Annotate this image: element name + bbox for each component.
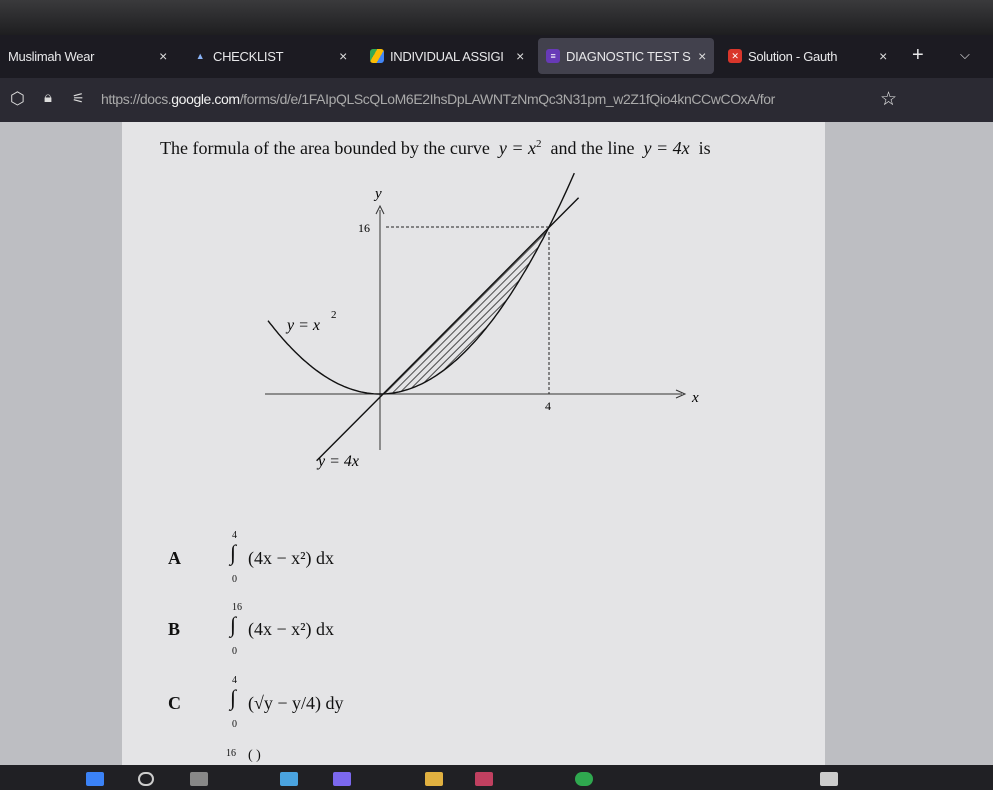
lower-bound: 0 (232, 646, 237, 657)
file-explorer-icon[interactable] (425, 772, 443, 786)
y-axis-label: y (373, 186, 382, 202)
lower-bound: 0 (232, 719, 237, 730)
area-graph: y 16 4 x y = x 2 y = 4x (265, 172, 699, 470)
app-icon[interactable] (475, 772, 493, 786)
x-axis-label: x (691, 390, 699, 406)
y-tick-16: 16 (358, 221, 370, 235)
option-letter: B (168, 619, 181, 639)
x-tick-4: 4 (545, 399, 551, 413)
lower-bound: 0 (232, 574, 237, 585)
option-letter: A (168, 548, 181, 568)
integral-icon: ∫ (230, 540, 237, 565)
taskbar (0, 765, 993, 790)
line-y-4x (316, 197, 580, 462)
option-expression: (4x − x²) dx (248, 619, 335, 639)
upper-bound: 16 (226, 748, 236, 759)
option-expression: (4x − x²) dx (248, 548, 335, 568)
start-icon[interactable] (86, 772, 104, 786)
app-icon[interactable] (333, 772, 351, 786)
app-icon[interactable] (820, 772, 838, 786)
line-label: y = 4x (316, 453, 359, 470)
option-expression: (√y − y/4) dy (248, 693, 344, 713)
curve-label-exponent: 2 (331, 309, 337, 321)
app-icon[interactable] (280, 772, 298, 786)
option-letter: C (168, 693, 181, 713)
search-icon[interactable] (138, 772, 154, 786)
browser-icon[interactable] (575, 772, 593, 786)
integral-icon: ∫ (230, 612, 237, 637)
integral-icon: ∫ (230, 685, 237, 710)
curve-label: y = x (285, 317, 320, 334)
option-expression: ( ) (248, 748, 261, 763)
task-view-icon[interactable] (190, 772, 208, 786)
